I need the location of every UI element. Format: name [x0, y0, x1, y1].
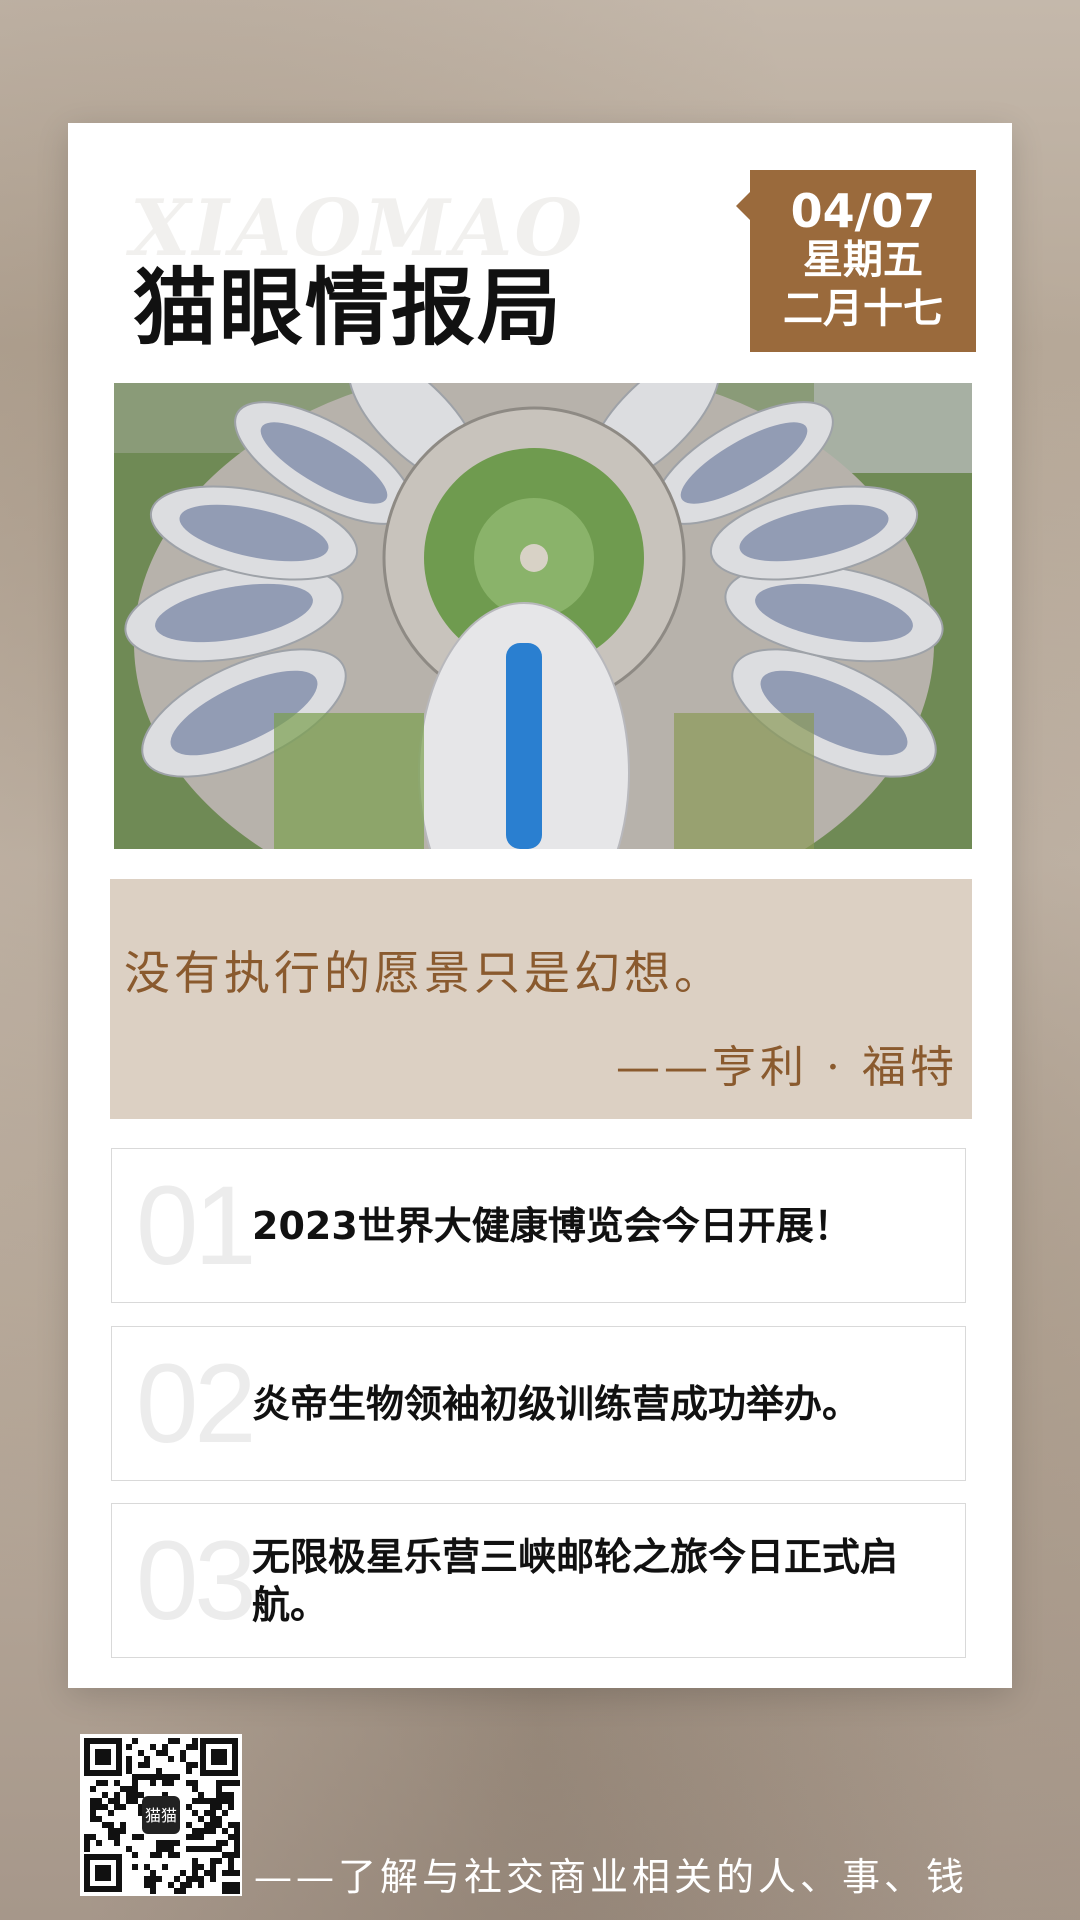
exhibition-center-photo [114, 383, 972, 849]
news-item-3: 03 无限极星乐营三峡邮轮之旅今日正式启航。 [111, 1503, 966, 1658]
date-badge: 04/07 星期五 二月十七 [736, 170, 976, 352]
lunar-date-text: 二月十七 [783, 286, 943, 332]
news-headline: 无限极星乐营三峡邮轮之旅今日正式启航。 [252, 1534, 899, 1627]
quote-text: 没有执行的愿景只是幻想。 [124, 946, 724, 1000]
footer-slogan: ——了解与社交商业相关的人、事、钱 [254, 1855, 969, 1899]
weekday-text: 星期五 [803, 237, 923, 283]
page-title: 猫眼情报局 [133, 258, 564, 357]
news-headline: 炎帝生物领袖初级训练营成功举办。 [252, 1381, 861, 1426]
news-number: 02 [136, 1341, 257, 1466]
news-item-1: 01 2023世界大健康博览会今日开展！ [111, 1148, 966, 1303]
news-number: 03 [136, 1518, 257, 1643]
news-number: 01 [136, 1163, 257, 1288]
news-headline: 2023世界大健康博览会今日开展！ [252, 1203, 852, 1248]
qr-code: 猫猫 [80, 1734, 242, 1896]
news-item-2: 02 炎帝生物领袖初级训练营成功举办。 [111, 1326, 966, 1481]
poster-card: XIAOMAO 猫眼情报局 04/07 星期五 二月十七 没有执行的愿景只是幻想… [68, 123, 1012, 1688]
aerial-photo-illustration [114, 383, 972, 849]
date-text: 04/07 [790, 184, 936, 238]
quote-box: 没有执行的愿景只是幻想。 ——亨利 · 福特 [110, 879, 972, 1119]
quote-author: ——亨利 · 福特 [616, 1042, 958, 1093]
qr-logo-text: 猫猫 [145, 1806, 177, 1825]
qr-code-pattern: 猫猫 [80, 1734, 242, 1896]
